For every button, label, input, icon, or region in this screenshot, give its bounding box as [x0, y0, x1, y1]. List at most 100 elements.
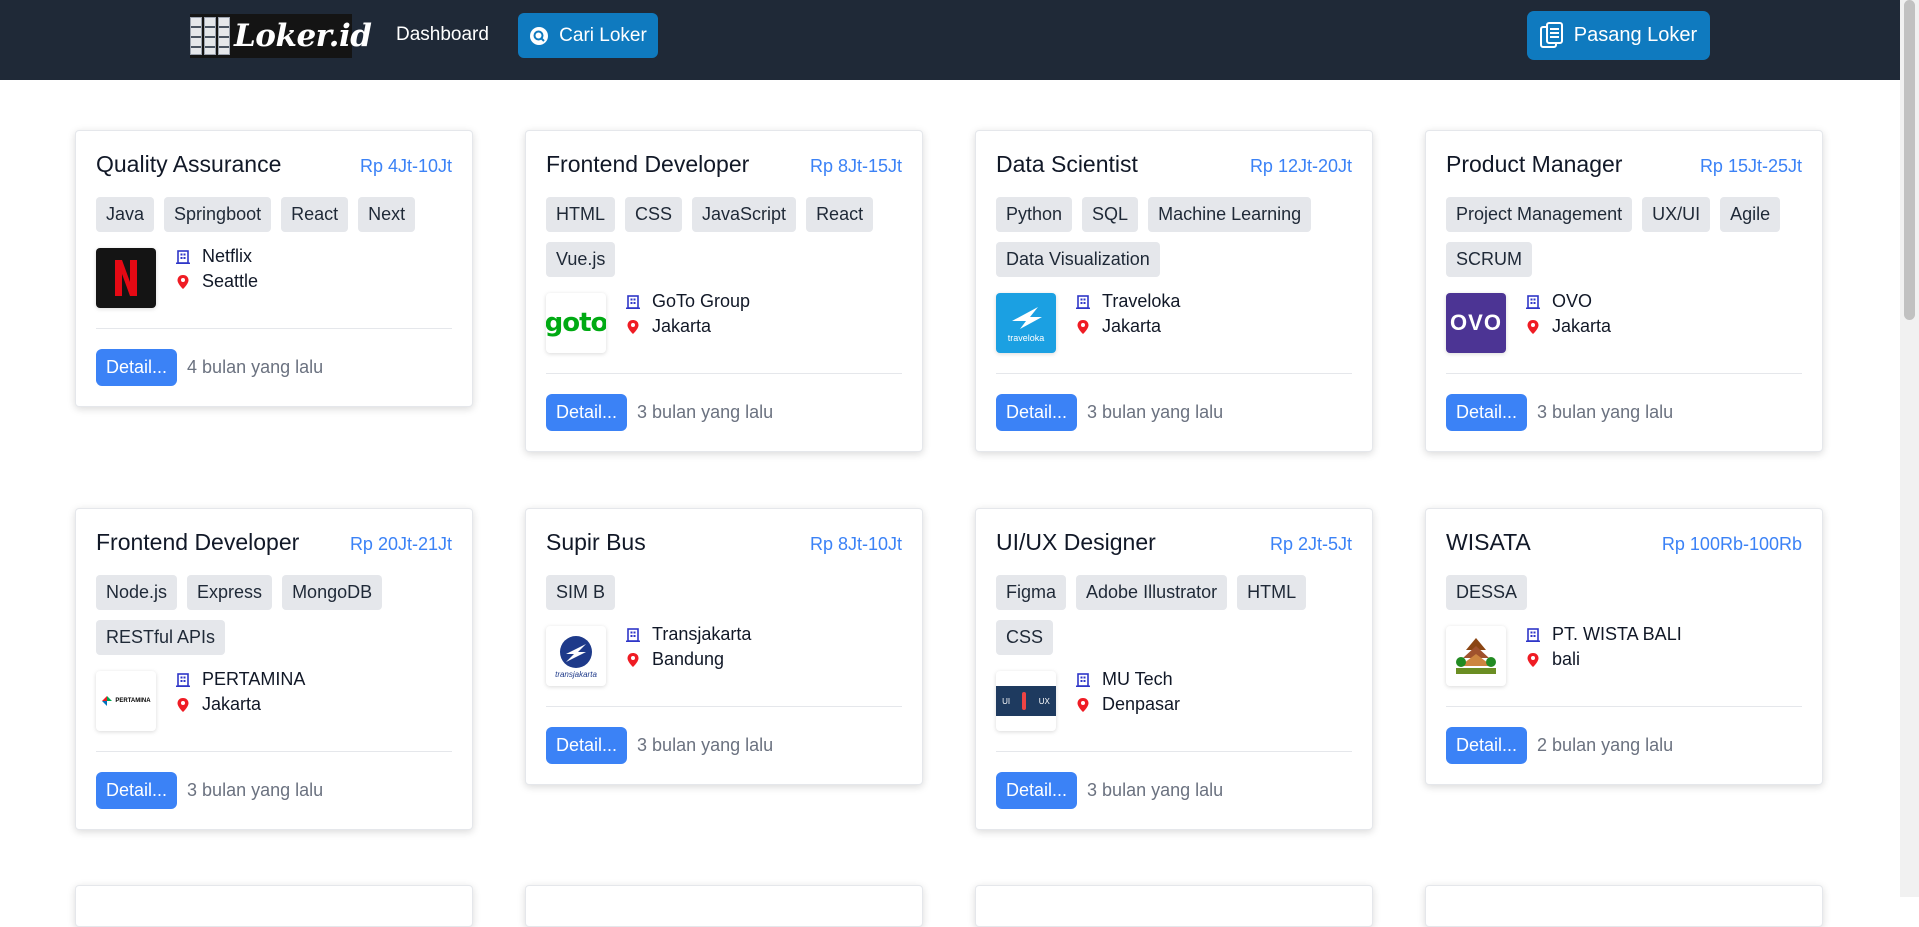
skill-tags: HTML CSS JavaScript React Vue.js [546, 197, 902, 277]
skill-tag: CSS [625, 197, 683, 232]
detail-button[interactable]: Detail... [96, 349, 178, 386]
skill-tags: Python SQL Machine Learning Data Visualizat… [996, 197, 1352, 277]
company-block: UI UX MU Tech Denpasar [996, 667, 1352, 731]
company-location: Denpasar [1102, 694, 1181, 714]
job-card-footer: Detail... 3 bulan yang lalu [546, 394, 902, 431]
skill-tag: React [806, 197, 874, 232]
job-card: Supir Bus Rp 8Jt-10Jt SIM B transjakarta… [525, 508, 923, 785]
company-location: Jakarta [202, 694, 262, 714]
job-card-footer: Detail... 3 bulan yang lalu [1446, 394, 1802, 431]
building-icon [1526, 294, 1540, 309]
ovo-logo-icon: OVO [1446, 293, 1506, 353]
detail-button[interactable]: Detail... [546, 727, 628, 764]
traveloka-logo-text: traveloka [1007, 333, 1045, 343]
card-divider [546, 373, 902, 374]
cari-loker-button[interactable]: Cari Loker [518, 13, 658, 58]
job-salary: Rp 100Rb-100Rb [1661, 534, 1802, 554]
company-name-row: GoTo Group [626, 289, 750, 314]
location-pin-icon [1077, 697, 1089, 712]
goto-logo-text: goto [546, 308, 606, 338]
skill-tag: Adobe Illustrator [1076, 575, 1228, 610]
location-pin-icon [1527, 319, 1539, 334]
company-name-row: PERTAMINA [176, 667, 305, 692]
job-card-header: Product Manager Rp 15Jt-25Jt [1446, 151, 1802, 187]
job-card: Quality Assurance Rp 4Jt-10Jt Java Spring… [75, 130, 473, 407]
posted-time: 3 bulan yang lalu [1087, 780, 1224, 800]
detail-button[interactable]: Detail... [1446, 394, 1528, 431]
skill-tag: SCRUM [1446, 242, 1532, 277]
job-card-header: Quality Assurance Rp 4Jt-10Jt [96, 151, 452, 187]
detail-button[interactable]: Detail... [1446, 727, 1528, 764]
company-location-row: Jakarta [176, 692, 305, 717]
nav-dashboard-link[interactable]: Dashboard [396, 24, 489, 46]
skill-tags: Project Management UX/UI Agile SCRUM [1446, 197, 1802, 277]
job-salary: Rp 4Jt-10Jt [359, 156, 452, 176]
skill-tags: Java Springboot React Next [96, 197, 452, 232]
job-card-header: Frontend Developer Rp 20Jt-21Jt [96, 529, 452, 565]
job-card: UI/UX Designer Rp 2Jt-5Jt Figma Adobe Ill… [975, 508, 1373, 830]
job-card-footer: Detail... 4 bulan yang lalu [96, 349, 452, 386]
detail-button[interactable]: Detail... [996, 394, 1078, 431]
detail-button[interactable]: Detail... [96, 772, 178, 809]
building-icon [176, 672, 190, 687]
skill-tag: Express [187, 575, 273, 610]
job-card: Frontend Developer Rp 20Jt-21Jt Node.js E… [75, 508, 473, 830]
company-info: PT. WISTA BALI bali [1526, 622, 1682, 672]
company-name-row: OVO [1526, 289, 1611, 314]
job-card: Frontend Developer Rp 8Jt-15Jt HTML CSS Ja… [525, 130, 923, 452]
job-salary: Rp 2Jt-5Jt [1269, 534, 1352, 554]
company-info: MU Tech Denpasar [1076, 667, 1180, 717]
location-pin-icon [1527, 652, 1539, 667]
netflix-logo-icon [96, 248, 156, 308]
top-navbar: Loker.id Dashboard Cari Loker Pasang Lok… [0, 0, 1900, 80]
skill-tag: Python [996, 197, 1073, 232]
skill-tag: Springboot [164, 197, 272, 232]
job-title: Quality Assurance [96, 151, 282, 177]
skill-tag: React [281, 197, 349, 232]
logo-text: Loker.id [234, 18, 372, 54]
location-pin-icon [1077, 319, 1089, 334]
posted-time: 2 bulan yang lalu [1537, 735, 1674, 755]
job-salary: Rp 8Jt-15Jt [809, 156, 902, 176]
skill-tags: Figma Adobe Illustrator HTML CSS [996, 575, 1352, 655]
pasang-loker-button[interactable]: Pasang Loker [1527, 11, 1710, 60]
company-block: transjakarta Transjakarta Bandung [546, 622, 902, 686]
skill-tag: SIM B [546, 575, 616, 610]
company-block: goto GoTo Group Jakarta [546, 289, 902, 353]
job-salary: Rp 8Jt-10Jt [809, 534, 902, 554]
skill-tags: Node.js Express MongoDB RESTful APIs [96, 575, 452, 655]
job-card-header: UI/UX Designer Rp 2Jt-5Jt [996, 529, 1352, 565]
job-card-footer: Detail... 3 bulan yang lalu [996, 394, 1352, 431]
company-name: MU Tech [1102, 669, 1173, 689]
skill-tag: Project Management [1446, 197, 1633, 232]
job-title: Frontend Developer [546, 151, 750, 177]
company-name-row: Netflix [176, 244, 258, 269]
building-icon [626, 294, 640, 309]
job-card: Data Scientist Rp 12Jt-20Jt Python SQL Mac… [975, 130, 1373, 452]
books-icon [190, 17, 230, 55]
cari-loker-label: Cari Loker [559, 24, 647, 46]
detail-button[interactable]: Detail... [996, 772, 1078, 809]
job-card-header: Data Scientist Rp 12Jt-20Jt [996, 151, 1352, 187]
company-name-row: PT. WISTA BALI [1526, 622, 1682, 647]
skill-tag: UX/UI [1642, 197, 1711, 232]
company-location-row: Jakarta [626, 314, 750, 339]
company-block: OVO OVO Jakarta [1446, 289, 1802, 353]
scrollbar-thumb[interactable] [1904, 0, 1915, 320]
card-divider [1446, 373, 1802, 374]
company-location-row: Bandung [626, 647, 751, 672]
scrollbar[interactable] [1900, 0, 1919, 897]
detail-button[interactable]: Detail... [546, 394, 628, 431]
company-location: Seattle [202, 271, 259, 291]
card-divider [546, 706, 902, 707]
skill-tag: Agile [1720, 197, 1781, 232]
goto-logo-icon: goto [546, 293, 606, 353]
company-location-row: Jakarta [1526, 314, 1611, 339]
site-logo[interactable]: Loker.id [190, 14, 372, 58]
company-location-row: Jakarta [1076, 314, 1180, 339]
job-title: Product Manager [1446, 151, 1623, 177]
job-card-header: WISATA Rp 100Rb-100Rb [1446, 529, 1802, 565]
posted-time: 3 bulan yang lalu [637, 735, 774, 755]
company-block: PT. WISTA BALI bali [1446, 622, 1802, 686]
mutech-logo-icon: UI UX [996, 671, 1056, 731]
